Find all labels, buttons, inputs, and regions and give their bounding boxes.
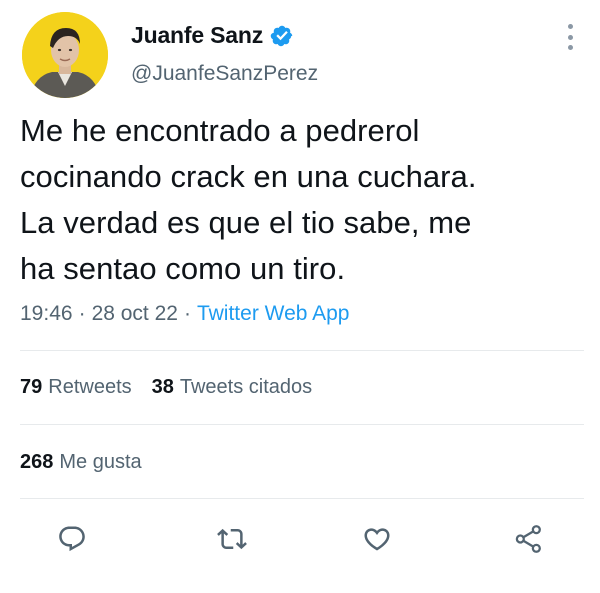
quote-tweets-label: Tweets citados [179, 376, 313, 398]
avatar-image [22, 12, 108, 98]
quote-tweets-stat[interactable]: 38 Tweets citados [152, 376, 313, 398]
likes-label: Me gusta [59, 451, 142, 473]
divider [20, 424, 584, 425]
retweet-icon[interactable] [212, 519, 252, 559]
author-name-row: Juanfe Sanz [131, 22, 294, 49]
quote-tweets-count: 38 [151, 376, 174, 398]
reply-icon[interactable] [52, 519, 92, 559]
tweet-date[interactable]: 28 oct 22 [92, 302, 178, 325]
more-options-icon[interactable] [560, 24, 580, 50]
likes-count: 268 [20, 451, 54, 473]
tweet-actions [0, 519, 600, 559]
avatar[interactable] [22, 12, 108, 98]
tweet-text: Me he encontrado a pedrerol cocinando cr… [20, 113, 477, 286]
retweet-stats: 79 Retweets 38 Tweets citados [20, 376, 312, 399]
author-display-name[interactable]: Juanfe Sanz [131, 22, 263, 49]
likes-stat[interactable]: 268 Me gusta [20, 451, 142, 473]
share-icon[interactable] [509, 519, 549, 559]
meta-separator: · [78, 302, 86, 325]
meta-separator: · [183, 302, 191, 325]
tweet-meta: 19:46 · 28 oct 22 · Twitter Web App [20, 302, 350, 326]
retweets-label: Retweets [48, 376, 132, 398]
like-icon[interactable] [357, 519, 397, 559]
tweet-card: Juanfe Sanz @JuanfeSanzPerez Me he encon… [0, 0, 600, 593]
tweet-source-link[interactable]: Twitter Web App [197, 302, 350, 325]
retweets-stat[interactable]: 79 Retweets [20, 376, 132, 398]
tweet-time[interactable]: 19:46 [20, 302, 73, 325]
verified-badge-icon [270, 24, 294, 48]
divider [20, 350, 584, 351]
divider [20, 498, 584, 499]
retweets-count: 79 [20, 376, 43, 398]
author-handle[interactable]: @JuanfeSanzPerez [131, 62, 318, 86]
likes-stats: 268 Me gusta [20, 451, 142, 474]
